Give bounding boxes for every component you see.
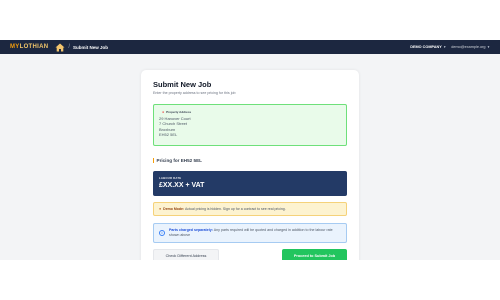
demo-mode-message: Actual pricing is hidden. Sign up for a … (184, 207, 286, 211)
demo-mode-notice: ● Demo Mode: Actual pricing is hidden. S… (153, 202, 347, 216)
company-name: DEMO COMPANY (410, 45, 442, 49)
page-subtitle: Enter the property address to see pricin… (153, 91, 236, 95)
address-lines: 29 Hanover Court 7 Church Street Broxbur… (159, 116, 191, 138)
chevron-down-icon: ▼ (443, 45, 447, 49)
address-label-text: Property Address (166, 110, 192, 114)
top-navigation-bar: MY LOTHIAN / Submit New Job DEMO COMPANY … (0, 40, 500, 54)
chevron-down-icon: ▼ (487, 45, 490, 49)
map-pin-icon: ● (162, 110, 165, 114)
property-address-box: ● Property Address 29 Hanover Court 7 Ch… (153, 104, 347, 146)
parts-charged-notice: i Parts charged separately: Any parts re… (153, 223, 347, 243)
company-selector[interactable]: DEMO COMPANY ▼ (410, 45, 446, 49)
breadcrumb-separator: / (68, 44, 71, 50)
submit-job-card: Submit New Job Enter the property addres… (141, 70, 359, 270)
page-title: Submit New Job (153, 80, 212, 89)
breadcrumb-current: Submit New Job (73, 44, 109, 50)
home-icon[interactable] (55, 43, 65, 52)
brand-logo[interactable]: MY LOTHIAN (10, 44, 48, 50)
labour-rate-label: LABOUR RATE (159, 176, 182, 180)
brand-name: LOTHIAN (19, 44, 49, 50)
warning-icon: ● (159, 207, 162, 211)
user-email: demo@example.org (451, 45, 486, 49)
viewport-bottom-area (0, 260, 500, 300)
pricing-heading: Pricing for EH52 5EL (153, 158, 202, 163)
info-icon: i (159, 230, 165, 236)
parts-notice-title: Parts charged separately: (169, 228, 213, 232)
brand-prefix: MY (10, 44, 20, 50)
demo-mode-title: Demo Mode: (163, 207, 185, 211)
labour-rate-value: £XX.XX + VAT (159, 182, 205, 189)
address-line: EH52 5EL (159, 132, 178, 138)
user-menu[interactable]: demo@example.org ▼ (451, 45, 490, 49)
parts-notice-text: Parts charged separately: Any parts requ… (169, 228, 340, 238)
labour-rate-box: LABOUR RATE £XX.XX + VAT (153, 171, 347, 196)
address-label: ● Property Address (162, 110, 191, 114)
demo-mode-text: Demo Mode: Actual pricing is hidden. Sig… (163, 207, 286, 211)
